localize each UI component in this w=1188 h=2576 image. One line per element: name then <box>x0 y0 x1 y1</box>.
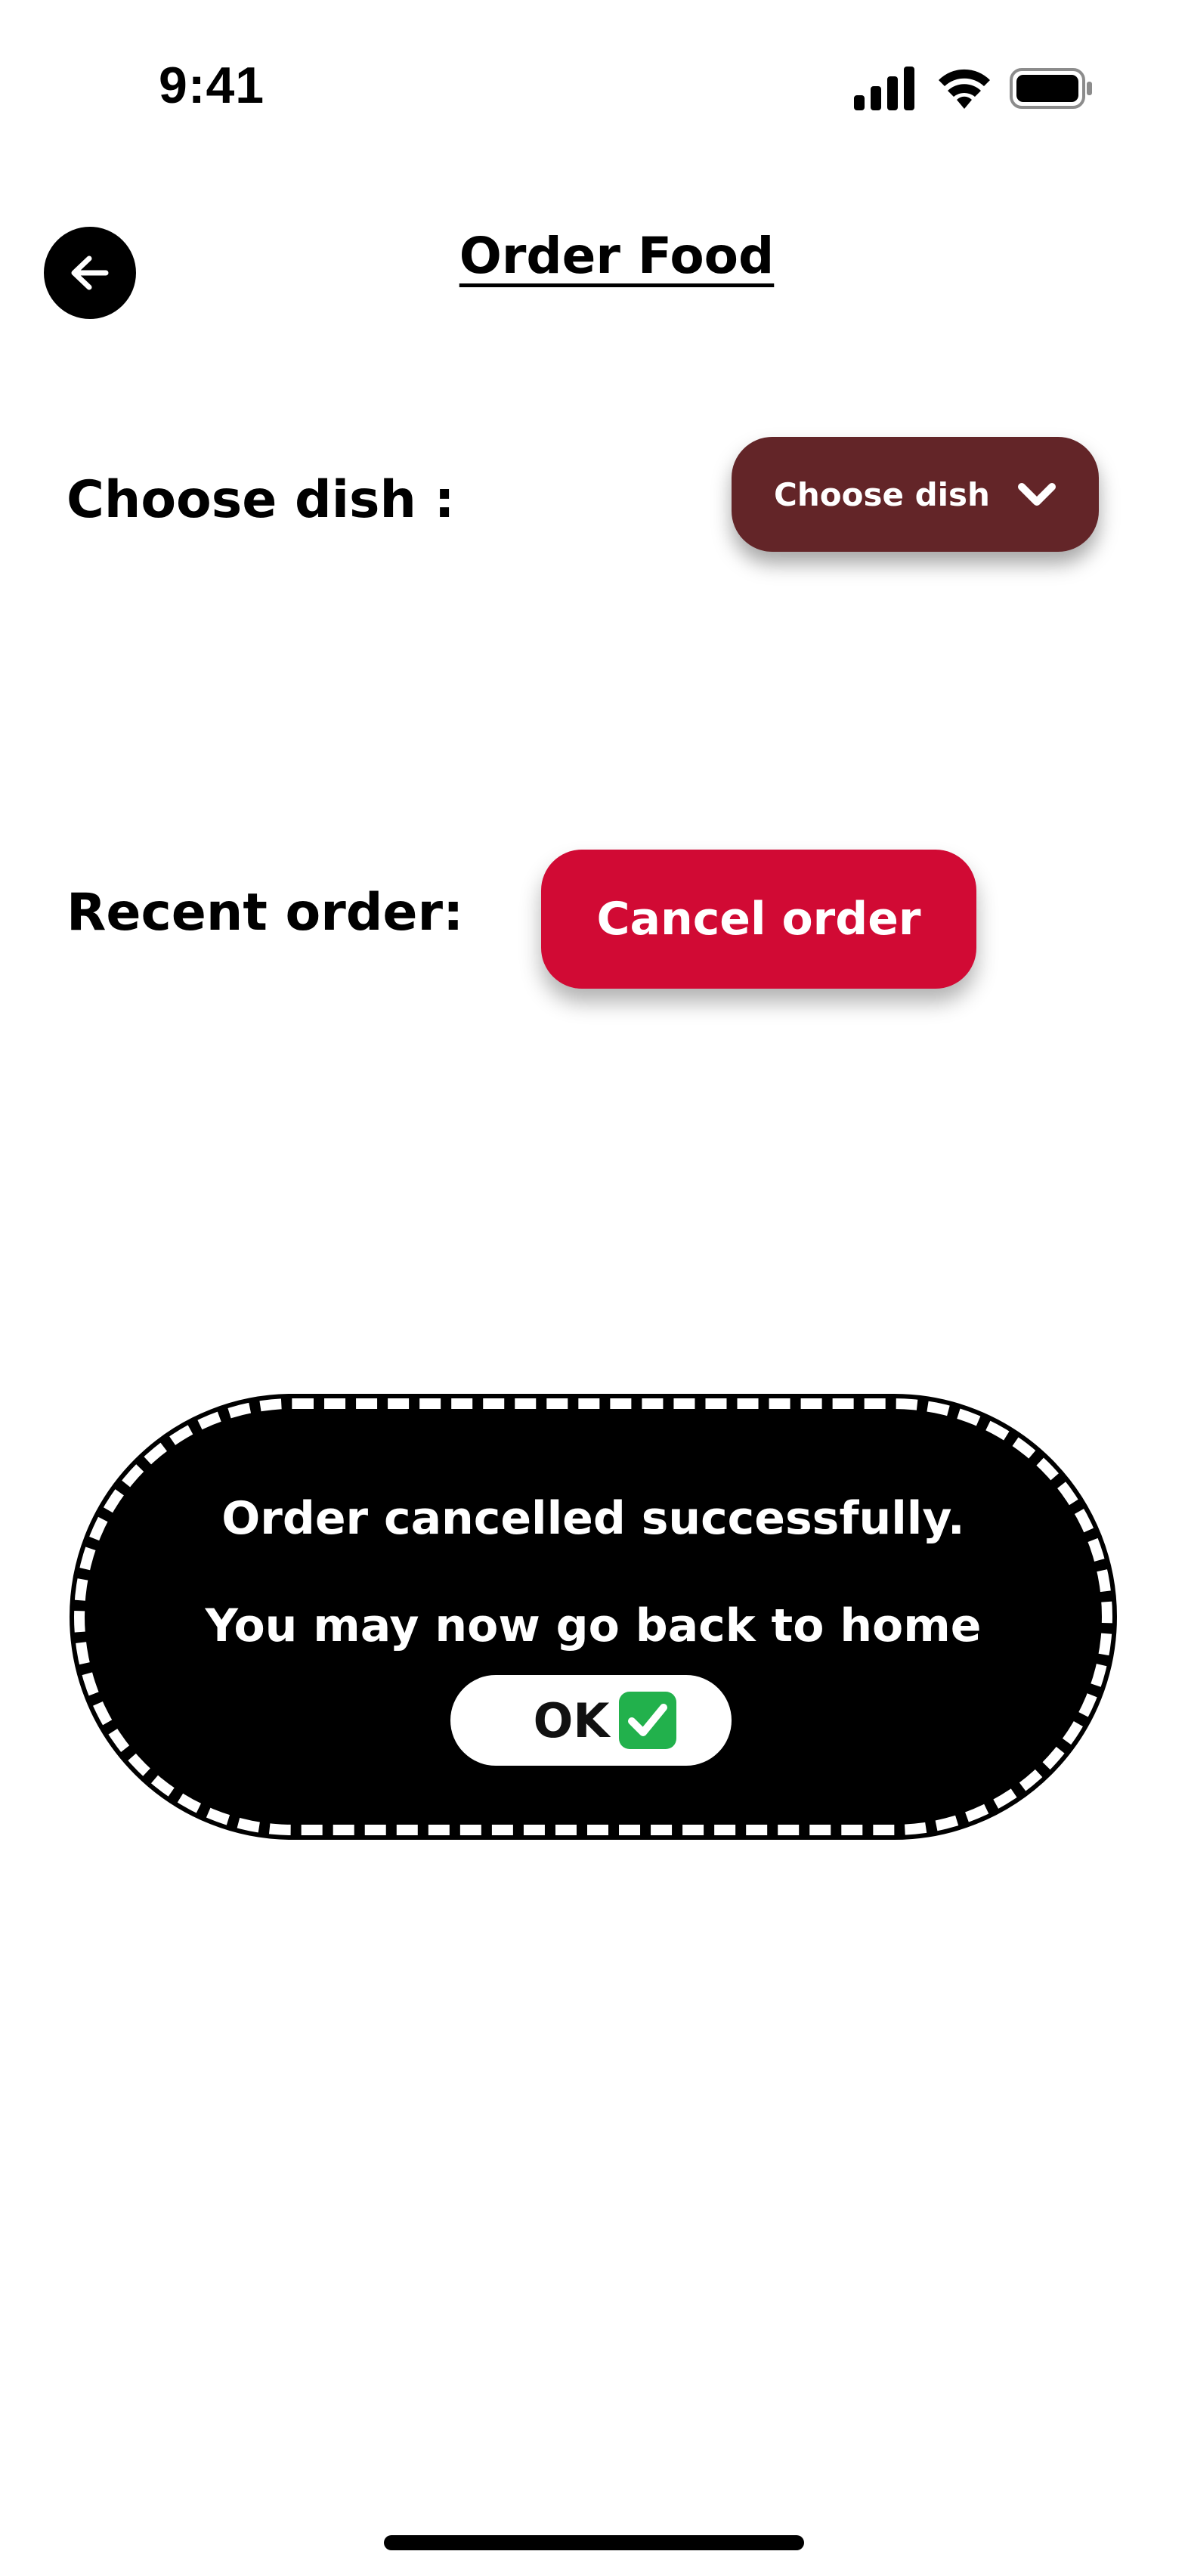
dialog-message-line1: Order cancelled successfully. <box>221 1492 965 1545</box>
cancel-order-button[interactable]: Cancel order <box>541 850 976 989</box>
ok-button-label: OK <box>533 1692 610 1748</box>
ok-button[interactable]: OK <box>450 1675 732 1766</box>
choose-dish-dropdown[interactable]: Choose dish <box>732 437 1099 552</box>
recent-order-label: Recent order: <box>67 883 464 943</box>
status-time: 9:41 <box>159 57 265 114</box>
check-box-icon <box>619 1692 677 1749</box>
order-cancelled-dialog: Order cancelled successfully. You may no… <box>74 1398 1112 1835</box>
choose-dish-label: Choose dish : <box>67 470 455 530</box>
status-bar: 9:41 <box>0 0 1188 151</box>
home-indicator[interactable] <box>384 2535 804 2550</box>
battery-icon <box>1010 68 1092 109</box>
dialog-message-line2: You may now go back to home <box>205 1599 982 1652</box>
chevron-down-icon <box>1017 483 1056 506</box>
choose-dish-dropdown-label: Choose dish <box>774 475 990 513</box>
page-title: Order Food <box>459 227 775 285</box>
cellular-signal-icon <box>854 67 914 110</box>
wifi-icon <box>939 69 990 109</box>
